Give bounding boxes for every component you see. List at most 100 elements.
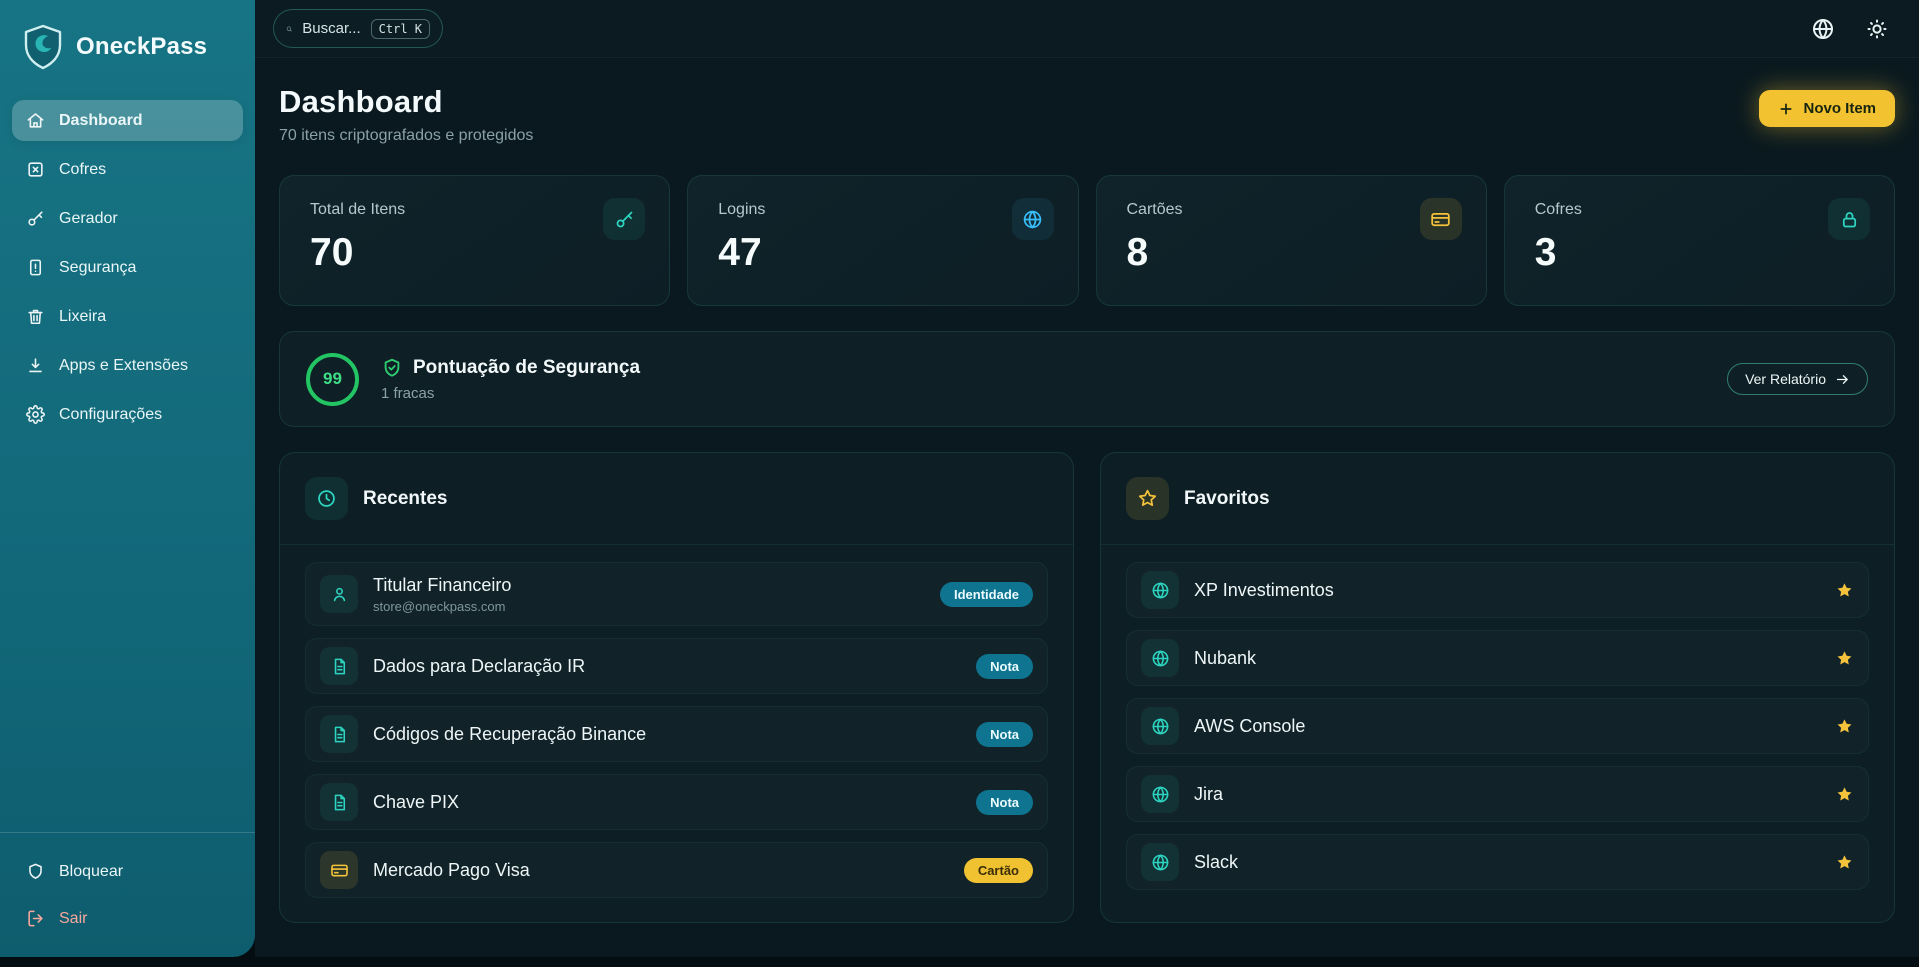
list-item-favorite[interactable]: Nubank [1126,630,1869,686]
app-logo: OneckPass [0,0,255,100]
globe-icon [1141,639,1179,677]
item-title: Mercado Pago Visa [373,860,530,881]
download-icon [26,356,45,375]
user-icon [320,575,358,613]
recents-panel: Recentes Titular Financeiro store@oneckp… [279,452,1074,923]
star-outline-icon [1126,477,1169,520]
list-item-recent[interactable]: Dados para Declaração IR Nota [305,638,1048,694]
favorite-star-icon[interactable] [1835,785,1854,804]
sidebar-item-label: Configurações [59,406,162,424]
app-name: OneckPass [76,33,207,61]
item-type-badge: Nota [976,654,1033,679]
sidebar-item-label: Dashboard [59,112,143,130]
dashboard-content: Dashboard 70 itens criptografados e prot… [255,58,1919,957]
key-icon [603,198,645,240]
file-alert-icon [26,258,45,277]
favorite-name: Jira [1194,784,1223,805]
stat-card-logins[interactable]: Logins 47 [687,175,1078,306]
clock-icon [305,477,348,520]
globe-icon [1012,198,1054,240]
stat-value: 8 [1127,231,1456,275]
recents-list: Titular Financeiro store@oneckpass.com I… [280,545,1073,898]
stat-label: Total de Itens [310,201,639,219]
theme-toggle-button[interactable] [1865,17,1889,41]
sidebar-item-label: Cofres [59,161,106,179]
list-item-recent[interactable]: Titular Financeiro store@oneckpass.com I… [305,562,1048,626]
search-input[interactable]: Buscar... Ctrl K [273,9,443,48]
list-item-favorite[interactable]: AWS Console [1126,698,1869,754]
favorite-star-icon[interactable] [1835,853,1854,872]
recents-title: Recentes [363,488,448,510]
main-area: Buscar... Ctrl K Dashboard 70 itens crip… [255,0,1919,957]
list-item-favorite[interactable]: XP Investimentos [1126,562,1869,618]
item-title: Dados para Declaração IR [373,656,585,677]
stat-card-cartoes[interactable]: Cartões 8 [1096,175,1487,306]
favorite-name: AWS Console [1194,716,1305,737]
sidebar-item-cofres[interactable]: Cofres [12,149,243,190]
sidebar-item-label: Apps e Extensões [59,357,188,375]
item-subtitle: store@oneckpass.com [373,599,511,614]
list-item-recent[interactable]: Códigos de Recuperação Binance Nota [305,706,1048,762]
logout-label: Sair [59,910,87,928]
language-button[interactable] [1811,17,1835,41]
topbar: Buscar... Ctrl K [255,0,1919,58]
sidebar-item-lixeira[interactable]: Lixeira [12,296,243,337]
sun-icon [1865,17,1889,41]
view-report-label: Ver Relatório [1745,371,1826,387]
item-type-badge: Nota [976,790,1033,815]
stat-card-cofres[interactable]: Cofres 3 [1504,175,1895,306]
favorite-star-icon[interactable] [1835,581,1854,600]
trash-icon [26,307,45,326]
globe-icon [1141,571,1179,609]
credit-card-icon [320,851,358,889]
logout-button[interactable]: Sair [12,898,243,939]
stat-value: 3 [1535,231,1864,275]
item-type-badge: Cartão [964,858,1033,883]
recents-header: Recentes [280,453,1073,545]
credit-card-icon [1420,198,1462,240]
sidebar-nav: Dashboard Cofres Gerador Segurança Lixei… [0,100,255,435]
list-item-recent[interactable]: Mercado Pago Visa Cartão [305,842,1048,898]
search-shortcut-badge: Ctrl K [371,19,430,39]
favorite-name: XP Investimentos [1194,580,1334,601]
lock-app-label: Bloquear [59,863,123,881]
home-icon [26,111,45,130]
arrow-right-icon [1835,372,1850,387]
favorite-star-icon[interactable] [1835,649,1854,668]
favorite-name: Nubank [1194,648,1256,669]
sidebar-footer: Bloquear Sair [0,832,255,947]
globe-icon [1141,707,1179,745]
list-item-favorite[interactable]: Jira [1126,766,1869,822]
item-title: Chave PIX [373,792,459,813]
sidebar-item-seguranca[interactable]: Segurança [12,247,243,288]
app-window: OneckPass Dashboard Cofres Gerador Segur… [0,0,1919,957]
favorites-panel: Favoritos XP Investimentos [1100,452,1895,923]
stat-card-total-itens[interactable]: Total de Itens 70 [279,175,670,306]
sidebar-item-gerador[interactable]: Gerador [12,198,243,239]
favorites-header: Favoritos [1101,453,1894,545]
stat-value: 47 [718,231,1047,275]
note-icon [320,715,358,753]
note-icon [320,647,358,685]
favorite-name: Slack [1194,852,1238,873]
favorite-star-icon[interactable] [1835,717,1854,736]
list-item-favorite[interactable]: Slack [1126,834,1869,890]
sidebar-item-dashboard[interactable]: Dashboard [12,100,243,141]
security-score-subtitle: 1 fracas [381,385,640,402]
stat-label: Cofres [1535,201,1864,219]
sidebar-item-label: Segurança [59,259,136,277]
shield-icon [26,862,45,881]
new-item-button[interactable]: Novo Item [1759,90,1895,127]
view-report-button[interactable]: Ver Relatório [1727,363,1868,395]
lock-app-button[interactable]: Bloquear [12,851,243,892]
security-score-text: Pontuação de Segurança 1 fracas [381,357,640,402]
page-header: Dashboard 70 itens criptografados e prot… [279,84,1895,145]
list-item-recent[interactable]: Chave PIX Nota [305,774,1048,830]
sidebar-item-label: Gerador [59,210,118,228]
search-icon [286,21,292,37]
topbar-actions [1811,17,1889,41]
sidebar-item-configuracoes[interactable]: Configurações [12,394,243,435]
shield-logo-icon [22,24,64,70]
favorites-list: XP Investimentos Nubank [1101,545,1894,890]
sidebar-item-apps-extensoes[interactable]: Apps e Extensões [12,345,243,386]
